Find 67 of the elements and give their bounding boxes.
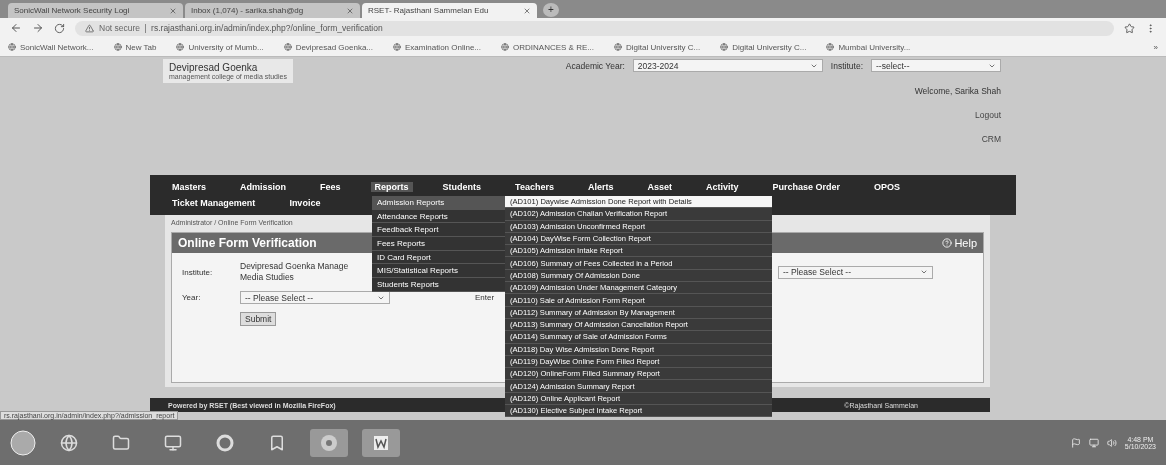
address-field[interactable]: Not secure rs.rajasthani.org.in/admin/index.php?/online_form_verification bbox=[75, 20, 1114, 36]
crm-link[interactable]: CRM bbox=[981, 134, 1001, 144]
menu-item[interactable]: Reports bbox=[370, 182, 413, 192]
dropdown-select[interactable]: -- Please Select -- bbox=[778, 265, 933, 279]
flag-icon[interactable] bbox=[1070, 437, 1081, 448]
reload-icon[interactable] bbox=[54, 22, 65, 34]
browser-tab[interactable]: RSET- Rajasthani Sammelan Edu bbox=[362, 3, 537, 18]
close-icon[interactable] bbox=[169, 6, 177, 15]
menu-item[interactable]: OPOS bbox=[870, 182, 905, 192]
browser-tab[interactable]: Inbox (1,074) - sarika.shah@dg bbox=[185, 3, 360, 18]
year-label: Year: bbox=[182, 293, 202, 302]
globe-icon bbox=[283, 43, 292, 51]
bookmark-link[interactable]: Digital University C... bbox=[720, 42, 807, 52]
institute-label: Institute: bbox=[830, 60, 863, 71]
institute-label: Institute: bbox=[182, 267, 214, 277]
menu-item[interactable]: Admission bbox=[236, 182, 291, 192]
back-icon[interactable] bbox=[10, 22, 22, 34]
globe-icon bbox=[613, 43, 622, 51]
enter-label: Enter bbox=[475, 293, 495, 302]
bookmark-link[interactable]: University of Mumb... bbox=[176, 42, 264, 52]
document-app-icon[interactable] bbox=[362, 428, 400, 457]
globe-icon bbox=[113, 43, 122, 51]
bookmark-link[interactable]: ORDINANCES & RE... bbox=[501, 42, 594, 52]
bookmark-link[interactable]: Digital University C... bbox=[613, 42, 701, 52]
welcome-text: Welcome, Sarika Shah bbox=[914, 86, 1001, 96]
help-icon bbox=[942, 238, 953, 248]
year-select[interactable]: -- Please Select -- bbox=[240, 291, 390, 304]
globe-icon bbox=[501, 43, 510, 51]
menu-item[interactable]: Activity bbox=[702, 182, 743, 192]
bookmark-link[interactable]: New Tab bbox=[113, 42, 157, 52]
close-icon[interactable] bbox=[346, 6, 354, 15]
menu-item[interactable]: Alerts bbox=[583, 182, 618, 192]
menu-item[interactable]: Ticket Management bbox=[168, 198, 260, 208]
bookmark-link[interactable]: Examination Online... bbox=[393, 42, 482, 52]
help-link[interactable]: Help bbox=[942, 237, 977, 249]
menu-item[interactable]: Students bbox=[438, 182, 486, 192]
globe-icon bbox=[8, 43, 16, 51]
more-bookmarks[interactable]: » bbox=[1153, 42, 1158, 52]
menu-item[interactable]: Asset bbox=[643, 182, 676, 192]
volume-icon[interactable] bbox=[1106, 437, 1117, 448]
academic-year-label: Academic Year: bbox=[565, 60, 625, 71]
panel-title: Online Form Verification bbox=[178, 236, 317, 250]
institute-select[interactable]: --select-- bbox=[871, 59, 1001, 72]
logout-link[interactable]: Logout bbox=[975, 110, 1001, 120]
globe-icon bbox=[176, 43, 185, 51]
menu-item[interactable]: Masters bbox=[168, 182, 211, 192]
star-icon[interactable] bbox=[1124, 22, 1135, 34]
menu-item[interactable]: Teachers bbox=[511, 182, 558, 192]
bookmark-link[interactable]: SonicWall Network... bbox=[8, 42, 94, 52]
menu-item[interactable]: Invoice bbox=[285, 198, 325, 208]
globe-icon bbox=[393, 43, 401, 51]
browser-tab[interactable]: SonicWall Network Security Logi bbox=[8, 3, 183, 18]
menu-item[interactable]: Purchase Order bbox=[768, 182, 845, 192]
new-tab-button[interactable]: + bbox=[543, 3, 559, 17]
start-button[interactable] bbox=[10, 429, 36, 456]
globe-icon bbox=[826, 43, 835, 51]
bookmark-link[interactable]: Devipresad Goenka... bbox=[283, 42, 373, 52]
bookmark-link[interactable]: Mumbai University... bbox=[826, 42, 911, 52]
menu-item[interactable]: Fees bbox=[316, 182, 345, 192]
chevron-down-icon bbox=[920, 268, 928, 276]
submit-button[interactable]: Submit bbox=[240, 312, 277, 326]
warning-icon bbox=[85, 23, 94, 33]
menu-item[interactable]: Admission Reports bbox=[372, 196, 505, 210]
forward-icon[interactable] bbox=[32, 22, 44, 34]
globe-icon bbox=[720, 43, 729, 51]
close-icon[interactable] bbox=[523, 6, 531, 15]
academic-year-select[interactable]: 2023-2024 bbox=[632, 59, 823, 72]
